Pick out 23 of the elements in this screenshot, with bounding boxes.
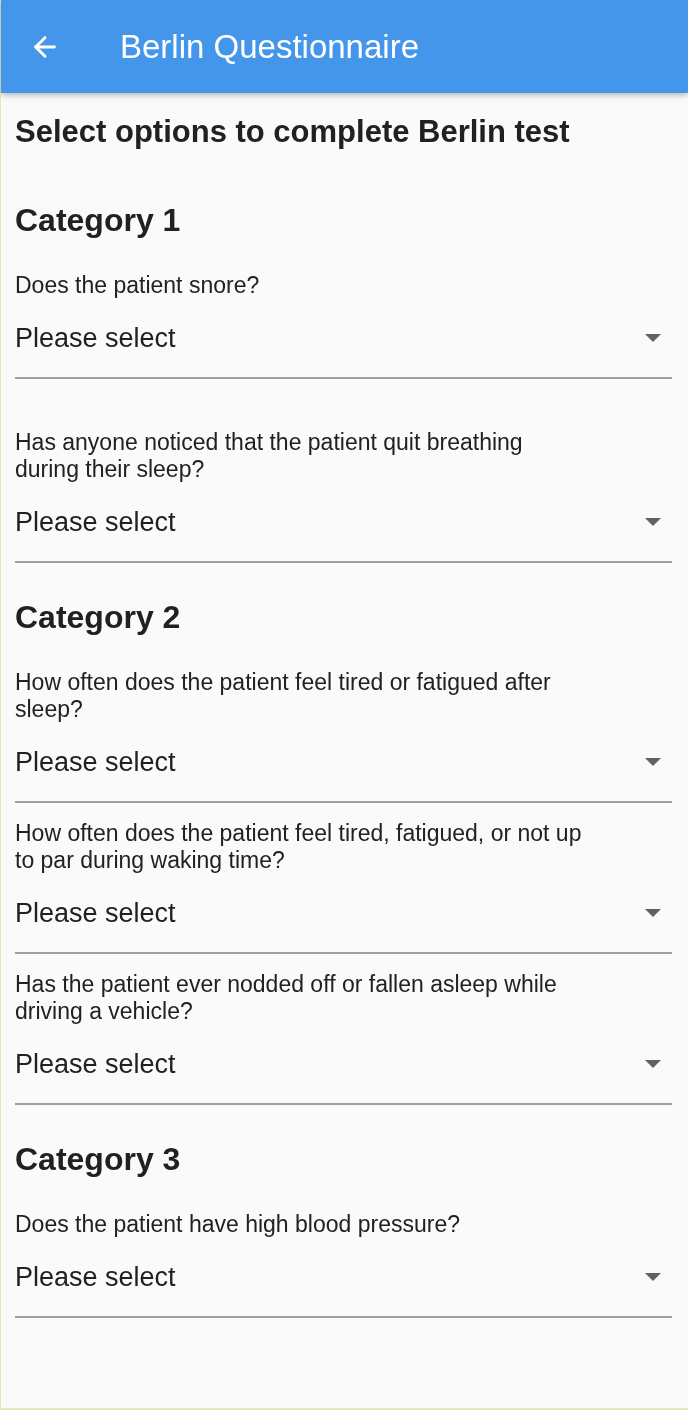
dropdown-caret-icon <box>645 518 661 526</box>
dropdown-caret-icon <box>645 1273 661 1281</box>
app-bar-title: Berlin Questionnaire <box>120 26 419 67</box>
select-dropdown[interactable]: Please select <box>15 723 672 803</box>
select-dropdown[interactable]: Please select <box>15 1238 672 1318</box>
category-heading: Category 2 <box>15 598 182 637</box>
select-dropdown[interactable]: Please select <box>15 483 672 563</box>
question-label: Does the patient have high blood pressure? <box>15 1211 461 1238</box>
question-label: How often does the patient feel tired, fatigued, or not up to par during waking time? <box>15 820 583 874</box>
dropdown-caret-icon <box>645 334 661 342</box>
dropdown-caret-icon <box>645 1060 661 1068</box>
select-dropdown[interactable]: Please select <box>15 299 672 379</box>
dropdown-caret-icon <box>645 909 661 917</box>
question-label: Has the patient ever nodded off or fallen asleep while driving a vehicle? <box>15 971 558 1025</box>
select-dropdown[interactable]: Please select <box>15 874 672 954</box>
page-heading: Select options to complete Berlin test <box>15 113 571 151</box>
question-label: Has anyone noticed that the patient quit breathing during their sleep? <box>15 429 524 483</box>
question-label: Does the patient snore? <box>15 272 261 299</box>
dropdown-caret-icon <box>645 758 661 766</box>
select-dropdown[interactable]: Please select <box>15 1025 672 1105</box>
category-heading: Category 1 <box>15 201 182 240</box>
category-heading: Category 3 <box>15 1140 182 1179</box>
question-label: How often does the patient feel tired or fatigued after sleep? <box>15 669 552 723</box>
